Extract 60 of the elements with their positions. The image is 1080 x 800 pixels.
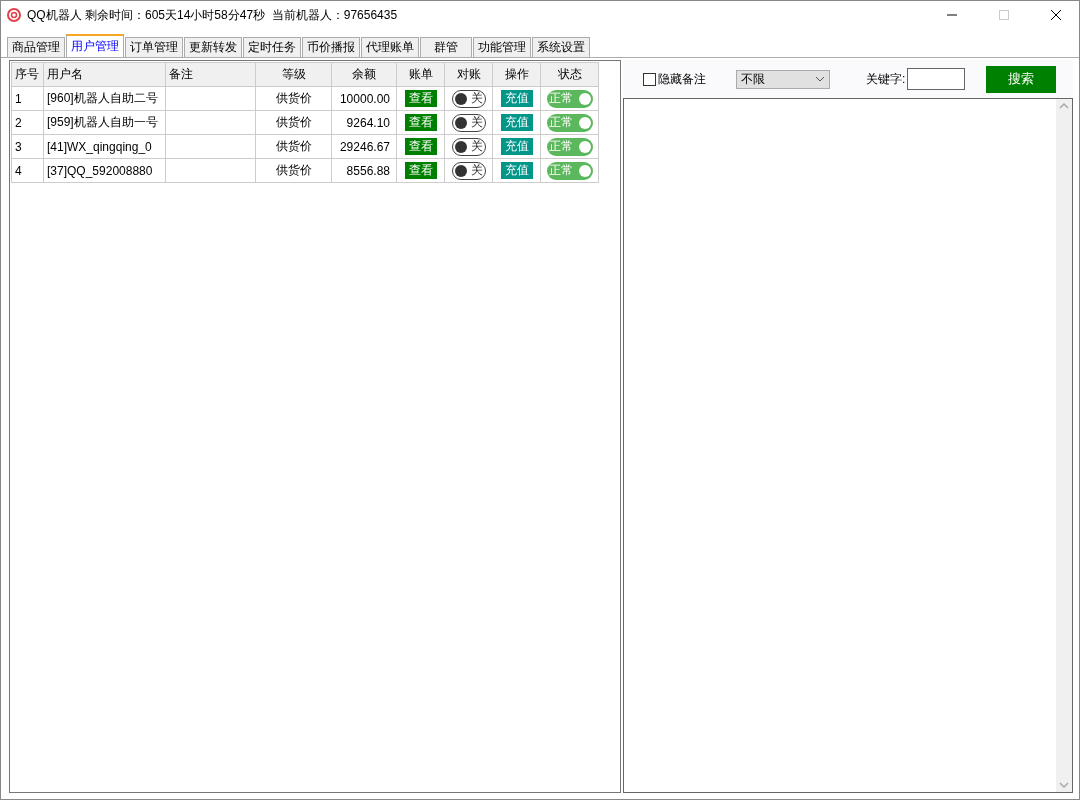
column-header: 序号 — [12, 63, 44, 87]
filter-dropdown[interactable]: 不限 — [736, 69, 830, 89]
view-button[interactable]: 查看 — [404, 90, 437, 107]
reconcile-toggle[interactable]: 关 — [451, 89, 486, 108]
chevron-down-icon — [815, 76, 825, 82]
table-cell: 29246.67 — [332, 135, 397, 159]
tab[interactable]: 订单管理 — [125, 37, 183, 57]
recharge-button[interactable]: 充值 — [500, 90, 533, 107]
view-button[interactable]: 查看 — [404, 162, 437, 179]
table-cell: [37]QQ_592008880 — [44, 159, 166, 183]
search-button[interactable]: 搜索 — [986, 65, 1057, 93]
column-header: 备注 — [166, 63, 256, 87]
tab[interactable]: 更新转发 — [184, 37, 242, 57]
tab[interactable]: 定时任务 — [243, 37, 301, 57]
table-cell: 供货价 — [256, 111, 332, 135]
table-cell: 4 — [12, 159, 44, 183]
scroll-up-icon[interactable] — [1059, 103, 1069, 109]
table-cell: 8556.88 — [332, 159, 397, 183]
reconcile-toggle[interactable]: 关 — [451, 137, 486, 156]
hide-note-checkbox[interactable]: 隐藏备注 — [643, 70, 706, 88]
column-header: 等级 — [256, 63, 332, 87]
table-cell: 3 — [12, 135, 44, 159]
window-title: QQ机器人 剩余时间：605天14小时58分47秒 当前机器人：97656435 — [27, 6, 399, 24]
table-cell: [41]WX_qingqing_0 — [44, 135, 166, 159]
app-logo-icon — [7, 8, 21, 22]
scroll-down-icon[interactable] — [1059, 782, 1069, 788]
table-cell: 1 — [12, 87, 44, 111]
table-cell: 供货价 — [256, 135, 332, 159]
close-icon — [1051, 10, 1061, 20]
reconcile-toggle[interactable]: 关 — [451, 113, 486, 132]
column-header: 余额 — [332, 63, 397, 87]
tab[interactable]: 用户管理 — [66, 34, 124, 57]
column-header: 状态 — [541, 63, 599, 87]
tab[interactable]: 群管 — [420, 37, 472, 57]
column-header: 用户名 — [44, 63, 166, 87]
keyword-field[interactable] — [907, 68, 966, 90]
maximize-icon — [999, 10, 1009, 20]
column-header: 操作 — [493, 63, 541, 87]
recharge-button[interactable]: 充值 — [500, 114, 533, 131]
table-cell: 2 — [12, 111, 44, 135]
column-header: 对账 — [445, 63, 493, 87]
tab[interactable]: 系统设置 — [532, 37, 590, 57]
table-cell: 9264.10 — [332, 111, 397, 135]
tab[interactable]: 商品管理 — [7, 37, 65, 57]
table-cell: 供货价 — [256, 159, 332, 183]
scrollbar[interactable] — [1056, 99, 1072, 792]
tab[interactable]: 币价播报 — [302, 37, 360, 57]
tab[interactable]: 功能管理 — [473, 37, 531, 57]
keyword-label: 关键字: — [866, 70, 906, 88]
recharge-button[interactable]: 充值 — [500, 162, 533, 179]
recharge-button[interactable]: 充值 — [500, 138, 533, 155]
table-cell: [959]机器人自助一号 — [44, 111, 166, 135]
table-cell: 供货价 — [256, 87, 332, 111]
table-cell: 10000.00 — [332, 87, 397, 111]
table-cell: [960]机器人自助二号 — [44, 87, 166, 111]
view-button[interactable]: 查看 — [404, 138, 437, 155]
view-button[interactable]: 查看 — [404, 114, 437, 131]
tab[interactable]: 代理账单 — [361, 37, 419, 57]
column-header: 账单 — [397, 63, 445, 87]
reconcile-toggle[interactable]: 关 — [451, 161, 486, 180]
